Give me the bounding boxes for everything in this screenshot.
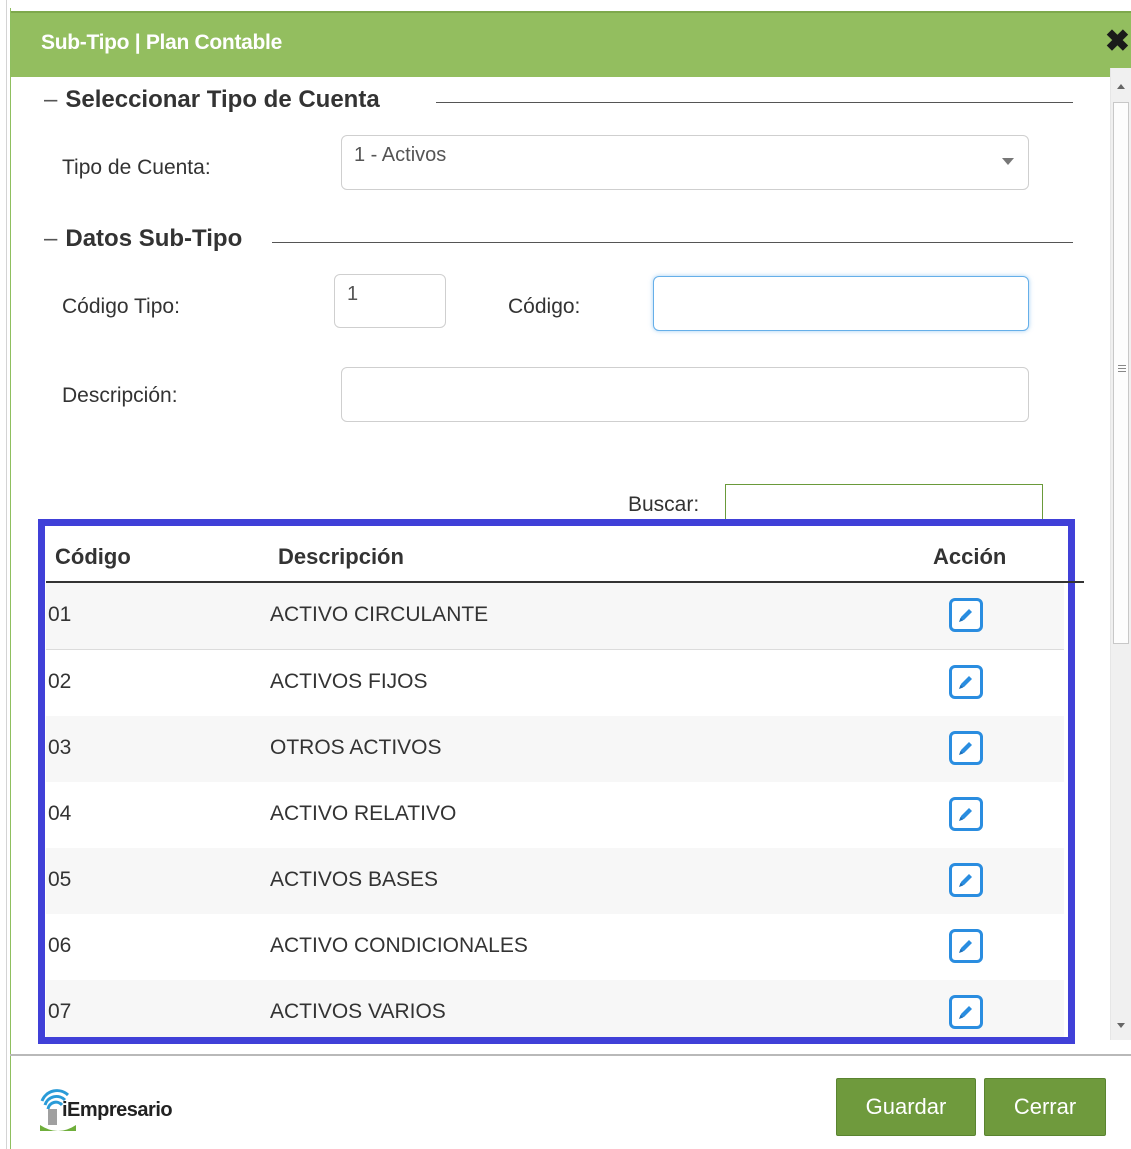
logo-text: iEmpresario bbox=[62, 1099, 173, 1121]
pencil-edit-icon bbox=[959, 1006, 972, 1019]
iempresario-logo: iEmpresario bbox=[38, 1085, 198, 1135]
codigo-tipo-label: Código Tipo: bbox=[62, 295, 180, 318]
table-row[interactable]: 01 ACTIVO CIRCULANTE bbox=[46, 583, 1064, 650]
background-window-edge bbox=[0, 0, 7, 1149]
cell-descripcion: ACTIVOS VARIOS bbox=[270, 1000, 446, 1023]
tipo-cuenta-select[interactable]: 1 - Activos bbox=[341, 135, 1029, 190]
edit-button[interactable] bbox=[949, 929, 983, 963]
footer-divider bbox=[10, 1054, 1131, 1056]
scroll-down-arrow-icon[interactable] bbox=[1117, 1023, 1125, 1028]
legend-divider bbox=[436, 102, 1073, 103]
cell-codigo: 03 bbox=[48, 736, 72, 759]
pencil-edit-icon bbox=[959, 742, 972, 755]
cell-descripcion: ACTIVO RELATIVO bbox=[270, 802, 457, 825]
descripcion-input[interactable] bbox=[341, 367, 1029, 422]
pencil-edit-icon bbox=[959, 609, 972, 622]
codigo-tipo-input[interactable]: 1 bbox=[334, 274, 446, 328]
dialog-title: Sub-Tipo | Plan Contable bbox=[41, 31, 282, 54]
legend-datos-subtipo: – Datos Sub-Tipo bbox=[44, 225, 243, 252]
legend-seleccionar-tipo: – Seleccionar Tipo de Cuenta bbox=[44, 86, 380, 113]
edit-button[interactable] bbox=[949, 731, 983, 765]
codigo-tipo-value: 1 bbox=[347, 283, 359, 305]
dialog-titlebar[interactable]: Sub-Tipo | Plan Contable ✖ bbox=[11, 11, 1131, 77]
cell-codigo: 07 bbox=[48, 1000, 72, 1023]
edit-button[interactable] bbox=[949, 863, 983, 897]
column-header-descripcion[interactable]: Descripción bbox=[278, 544, 404, 570]
edit-button[interactable] bbox=[949, 995, 983, 1029]
scrollbar-thumb[interactable] bbox=[1113, 102, 1129, 644]
pencil-edit-icon bbox=[959, 940, 972, 953]
column-header-codigo[interactable]: Código bbox=[55, 544, 131, 570]
cell-codigo: 06 bbox=[48, 934, 72, 957]
tipo-cuenta-selected-value: 1 - Activos bbox=[354, 144, 447, 166]
close-icon[interactable]: ✖ bbox=[1105, 27, 1130, 57]
dialog-scrollbar[interactable] bbox=[1110, 68, 1131, 1040]
table-row[interactable]: 07 ACTIVOS VARIOS bbox=[46, 980, 1064, 1037]
cell-codigo: 01 bbox=[48, 603, 72, 626]
cell-descripcion: ACTIVOS BASES bbox=[270, 868, 439, 891]
cerrar-button[interactable]: Cerrar bbox=[984, 1078, 1106, 1136]
cell-codigo: 04 bbox=[48, 802, 72, 825]
column-header-accion: Acción bbox=[933, 544, 1007, 569]
cell-codigo: 02 bbox=[48, 670, 72, 693]
cell-descripcion: ACTIVO CONDICIONALES bbox=[270, 934, 528, 957]
grip-icon bbox=[1118, 365, 1126, 374]
codigo-input[interactable] bbox=[653, 276, 1029, 331]
table-row[interactable]: 02 ACTIVOS FIJOS bbox=[46, 650, 1064, 717]
cell-descripcion: ACTIVO CIRCULANTE bbox=[270, 603, 489, 626]
table-row[interactable]: 03 OTROS ACTIVOS bbox=[46, 716, 1064, 783]
edit-button[interactable] bbox=[949, 797, 983, 831]
buscar-label: Buscar: bbox=[628, 493, 700, 516]
descripcion-label: Descripción: bbox=[62, 384, 178, 407]
legend-seleccionar-tipo-text: Seleccionar Tipo de Cuenta bbox=[65, 86, 380, 113]
table-row[interactable]: 06 ACTIVO CONDICIONALES bbox=[46, 914, 1064, 981]
chevron-down-icon bbox=[1002, 158, 1014, 165]
cell-codigo: 05 bbox=[48, 868, 72, 891]
legend-datos-subtipo-text: Datos Sub-Tipo bbox=[65, 225, 243, 252]
pencil-edit-icon bbox=[959, 676, 972, 689]
pencil-edit-icon bbox=[959, 874, 972, 887]
codigo-label: Código: bbox=[508, 295, 581, 318]
scroll-up-arrow-icon[interactable] bbox=[1117, 84, 1125, 89]
cell-descripcion: ACTIVOS FIJOS bbox=[270, 670, 428, 693]
edit-button[interactable] bbox=[949, 598, 983, 632]
edit-button[interactable] bbox=[949, 665, 983, 699]
buscar-input[interactable] bbox=[725, 484, 1043, 520]
table-row[interactable]: 04 ACTIVO RELATIVO bbox=[46, 782, 1064, 849]
legend-divider bbox=[272, 242, 1073, 243]
tipo-cuenta-label: Tipo de Cuenta: bbox=[62, 156, 211, 179]
cell-descripcion: OTROS ACTIVOS bbox=[270, 736, 442, 759]
pencil-edit-icon bbox=[959, 808, 972, 821]
table-row[interactable]: 05 ACTIVOS BASES bbox=[46, 848, 1064, 915]
guardar-button[interactable]: Guardar bbox=[836, 1078, 976, 1136]
